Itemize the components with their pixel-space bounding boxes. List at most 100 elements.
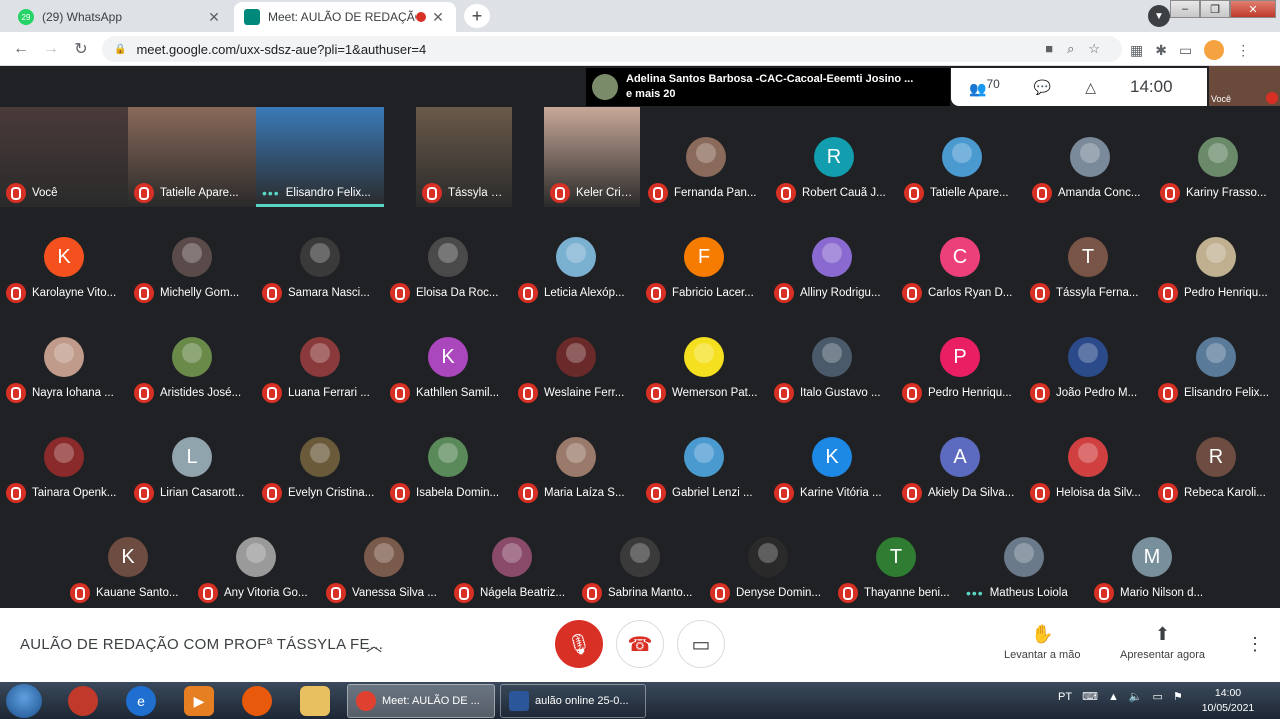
- url-input[interactable]: 🔒 meet.google.com/uxx-sdsz-aue?pli=1&aut…: [102, 36, 1122, 62]
- participant-tile[interactable]: M Mario Nilson d...: [1088, 507, 1216, 607]
- minimize-icon[interactable]: –: [1170, 0, 1200, 18]
- participant-tile[interactable]: K Kathllen Samil...: [384, 307, 512, 407]
- app-icon[interactable]: [68, 686, 98, 716]
- participant-tile[interactable]: P Pedro Henriqu...: [896, 307, 1024, 407]
- participant-tile[interactable]: Michelly Gom...: [128, 207, 256, 307]
- participant-tile[interactable]: Samara Nasci...: [256, 207, 384, 307]
- participant-tile[interactable]: Maria Laíza S...: [512, 407, 640, 507]
- participant-tile[interactable]: Any Vitoria Go...: [192, 507, 320, 607]
- participant-tile[interactable]: Fernanda Pan...: [642, 107, 770, 207]
- zoom-icon[interactable]: ⌕: [1067, 41, 1074, 57]
- language-indicator[interactable]: PT: [1058, 691, 1072, 703]
- participant-tile[interactable]: K Karolayne Vito...: [0, 207, 128, 307]
- meeting-title[interactable]: AULÃO DE REDAÇÃO COM PROFª TÁSSYLA FE...: [20, 636, 383, 653]
- participant-tile[interactable]: T Tássyla Ferna...: [1024, 207, 1152, 307]
- participant-tile[interactable]: Sabrina Manto...: [576, 507, 704, 607]
- participant-tile[interactable]: Kariny Frasso...: [1154, 107, 1280, 207]
- participant-tile[interactable]: C Carlos Ryan D...: [896, 207, 1024, 307]
- start-button[interactable]: [6, 684, 42, 718]
- task-chrome-meet[interactable]: Meet: AULÃO DE ...: [347, 684, 495, 718]
- tab-meet[interactable]: Meet: AULÃO DE REDAÇÃO ✕: [234, 2, 456, 32]
- participant-tile[interactable]: A Akiely Da Silva...: [896, 407, 1024, 507]
- close-icon[interactable]: ✕: [206, 9, 222, 26]
- participant-tile[interactable]: R Robert Cauã J...: [770, 107, 898, 207]
- participant-tile[interactable]: Nayra Iohana ...: [0, 307, 128, 407]
- participant-tile[interactable]: Tatielle Apare...: [128, 107, 256, 207]
- reload-icon[interactable]: ↻: [70, 38, 92, 60]
- chevron-up-icon[interactable]: ︿: [366, 632, 382, 656]
- participant-tile[interactable]: Keler Cristina ...: [544, 107, 640, 207]
- participant-tile[interactable]: Gabriel Lenzi ...: [640, 407, 768, 507]
- participant-tile[interactable]: Você: [0, 107, 128, 207]
- firefox-icon[interactable]: [242, 686, 272, 716]
- tray-up-icon[interactable]: ▲: [1108, 691, 1119, 703]
- participant-tile[interactable]: Pedro Henriqu...: [1152, 207, 1280, 307]
- participant-tile[interactable]: Nágela Beatriz...: [448, 507, 576, 607]
- participant-tile[interactable]: Evelyn Cristina...: [256, 407, 384, 507]
- participant-tile[interactable]: Tatielle Apare...: [898, 107, 1026, 207]
- participant-tile[interactable]: Tainara Openk...: [0, 407, 128, 507]
- participant-tile[interactable]: Eloisa Da Roc...: [384, 207, 512, 307]
- participant-tile[interactable]: Elisandro Felix...: [1152, 307, 1280, 407]
- taskbar-clock[interactable]: 14:00 10/05/2021: [1200, 686, 1256, 716]
- participant-tile[interactable]: Weslaine Ferr...: [512, 307, 640, 407]
- activities-icon[interactable]: △: [1085, 79, 1096, 96]
- window-close-icon[interactable]: ✕: [1230, 0, 1276, 18]
- participant-tile[interactable]: Vanessa Silva ...: [320, 507, 448, 607]
- extensions: ▦ ✱ ▭ ⋮: [1130, 40, 1250, 60]
- participant-tile[interactable]: João Pedro M...: [1024, 307, 1152, 407]
- participant-tile[interactable]: K Karine Vitória ...: [768, 407, 896, 507]
- camera-toggle-button[interactable]: ▭: [677, 620, 725, 668]
- camera-icon[interactable]: ■: [1045, 41, 1053, 57]
- raise-hand-button[interactable]: ✋ Levantar a mão: [1004, 624, 1080, 661]
- participant-tile[interactable]: L Lirian Casarott...: [128, 407, 256, 507]
- participant-tile[interactable]: F Fabricio Lacer...: [640, 207, 768, 307]
- menu-icon[interactable]: ⋮: [1236, 42, 1250, 59]
- profile-avatar[interactable]: [1204, 40, 1225, 60]
- participant-tile[interactable]: T Thayanne beni...: [832, 507, 960, 607]
- participant-tile[interactable]: Isabela Domin...: [384, 407, 512, 507]
- participant-tile[interactable]: Tássyla Ferna...: [416, 107, 512, 207]
- flag-icon[interactable]: ⚑: [1173, 690, 1183, 703]
- new-tab-button[interactable]: +: [464, 4, 490, 28]
- self-view[interactable]: Você: [1209, 66, 1280, 106]
- participant-tile[interactable]: Heloisa da Silv...: [1024, 407, 1152, 507]
- people-button[interactable]: 👥70: [969, 77, 1000, 98]
- back-icon[interactable]: ←: [10, 38, 32, 60]
- participant-tile[interactable]: Amanda Conc...: [1026, 107, 1154, 207]
- media-player-icon[interactable]: ▶: [184, 686, 214, 716]
- participant-tile[interactable]: Luana Ferrari ...: [256, 307, 384, 407]
- mic-off-icon: [422, 183, 442, 203]
- participant-tile[interactable]: Leticia Alexóp...: [512, 207, 640, 307]
- maximize-icon[interactable]: ❐: [1200, 0, 1230, 18]
- participant-tile[interactable]: Alliny Rodrigu...: [768, 207, 896, 307]
- keyboard-icon[interactable]: ⌨: [1082, 690, 1098, 703]
- participant-tile[interactable]: K Kauane Santo...: [64, 507, 192, 607]
- close-icon[interactable]: ✕: [430, 9, 446, 26]
- participant-tile[interactable]: Wemerson Pat...: [640, 307, 768, 407]
- leave-call-button[interactable]: ☎: [616, 620, 664, 668]
- ie-icon[interactable]: e: [126, 686, 156, 716]
- participant-tile[interactable]: R Rebeca Karoli...: [1152, 407, 1280, 507]
- task-word[interactable]: aulão online 25-0...: [500, 684, 646, 718]
- cast-icon[interactable]: ▭: [1179, 42, 1192, 59]
- participant-tile[interactable]: Denyse Domin...: [704, 507, 832, 607]
- network-icon[interactable]: ▭: [1153, 690, 1163, 703]
- folder-icon[interactable]: [300, 686, 330, 716]
- tab-whatsapp[interactable]: 29 (29) WhatsApp ✕: [8, 2, 232, 32]
- chat-icon[interactable]: 💬: [1034, 79, 1051, 96]
- volume-icon[interactable]: 🔈: [1129, 690, 1143, 703]
- mic-toggle-button[interactable]: 🎙: [555, 620, 603, 668]
- puzzle-icon[interactable]: ✱: [1155, 42, 1167, 59]
- participant-tile[interactable]: ••• Elisandro Felix...: [256, 107, 384, 207]
- participant-footer: Carlos Ryan D...: [902, 283, 1020, 303]
- participant-tile[interactable]: Aristides José...: [128, 307, 256, 407]
- more-options-icon[interactable]: ⋮: [1246, 634, 1264, 655]
- participant-tile[interactable]: ••• Matheus Loiola: [960, 507, 1088, 607]
- chevron-down-icon[interactable]: ▼: [1148, 5, 1170, 27]
- grid-icon[interactable]: ▦: [1130, 42, 1143, 59]
- present-now-button[interactable]: ⬆ Apresentar agora: [1120, 624, 1205, 661]
- star-icon[interactable]: ☆: [1088, 41, 1100, 57]
- forward-icon[interactable]: →: [40, 38, 62, 60]
- participant-tile[interactable]: Italo Gustavo ...: [768, 307, 896, 407]
